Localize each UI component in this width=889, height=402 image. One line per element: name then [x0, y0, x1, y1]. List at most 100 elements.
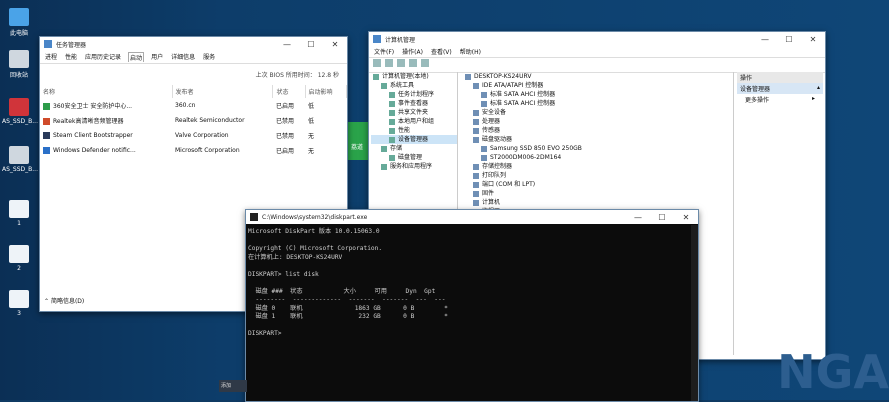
tree-item-label: 服务和应用程序: [390, 163, 433, 170]
device-item[interactable]: ST2000DM006-2DM164: [461, 153, 733, 162]
app-icon: [43, 118, 50, 125]
desktop-icon[interactable]: 3: [2, 290, 36, 317]
startup-row[interactable]: Steam Client Bootstrapper Valve Corporati…: [40, 128, 347, 143]
tree-item[interactable]: 本地用户和组: [371, 117, 457, 126]
device-label: ST2000DM006-2DM164: [490, 154, 562, 161]
close-button[interactable]: ✕: [674, 213, 698, 222]
device-item[interactable]: 传感器: [461, 126, 733, 135]
menu-item[interactable]: 查看(V): [430, 47, 453, 56]
minimize-button[interactable]: —: [753, 35, 777, 44]
console-output[interactable]: Microsoft DiskPart 版本 10.0.15063.0 Copyr…: [246, 224, 698, 343]
taskbar-search[interactable]: 添加: [219, 380, 247, 392]
help-icon[interactable]: [421, 59, 429, 67]
device-icon: [473, 163, 479, 170]
desktop-icon[interactable]: 2: [2, 245, 36, 272]
device-item[interactable]: 打印队列: [461, 171, 733, 180]
tree-item[interactable]: 共享文件夹: [371, 108, 457, 117]
tree-item[interactable]: 存储: [371, 144, 457, 153]
green-badge[interactable]: 荔道: [346, 122, 368, 160]
desktop-icon[interactable]: AS_SSD_B...: [2, 146, 38, 173]
tree-item-label: 存储: [390, 145, 403, 152]
tab-1[interactable]: 性能: [64, 52, 78, 62]
startup-impact: 无: [308, 148, 315, 155]
minimize-button[interactable]: —: [275, 40, 299, 49]
tab-0[interactable]: 进程: [44, 52, 58, 62]
column-header-2[interactable]: 状态: [272, 85, 306, 98]
device-item[interactable]: DESKTOP-KS24URV: [461, 72, 733, 81]
menu-item[interactable]: 帮助(H): [459, 47, 482, 56]
device-icon: [473, 199, 479, 206]
task-manager-titlebar[interactable]: 任务管理器 — ☐ ✕: [40, 37, 347, 51]
tree-item-icon: [389, 118, 395, 125]
device-item[interactable]: 磁盘驱动器: [461, 135, 733, 144]
close-button[interactable]: ✕: [323, 40, 347, 49]
startup-name: 360安全卫士 安全防护中心...: [40, 98, 172, 113]
desktop-icon[interactable]: 1: [2, 200, 36, 227]
device-item[interactable]: 端口 (COM 和 LPT): [461, 180, 733, 189]
tab-5[interactable]: 详细信息: [170, 52, 196, 62]
tab-4[interactable]: 用户: [150, 52, 164, 62]
forward-icon[interactable]: [385, 59, 393, 67]
tab-3[interactable]: 启动: [128, 52, 145, 62]
column-header-3[interactable]: 启动影响: [305, 85, 348, 98]
startup-row[interactable]: Realtek高清晰音频管理器 Realtek Semiconductor 已禁用 低: [40, 113, 347, 128]
diskpart-console-window[interactable]: C:\Windows\system32\diskpart.exe — ☐ ✕ M…: [245, 209, 699, 402]
device-item[interactable]: Samsung SSD 850 EVO 250GB: [461, 144, 733, 153]
device-item[interactable]: 处理器: [461, 117, 733, 126]
tree-item[interactable]: 服务和应用程序: [371, 162, 457, 171]
tree-item-icon: [389, 91, 395, 98]
column-header-1[interactable]: 发布者: [172, 85, 274, 98]
tab-2[interactable]: 应用历史记录: [84, 52, 122, 62]
device-item[interactable]: 安全设备: [461, 108, 733, 117]
column-header-0[interactable]: 名称: [40, 85, 173, 98]
startup-row[interactable]: 360安全卫士 安全防护中心... 360.cn 已启用 低: [40, 98, 347, 113]
close-button[interactable]: ✕: [801, 35, 825, 44]
tree-item[interactable]: 设备管理器: [371, 135, 457, 144]
tree-item-label: 性能: [398, 127, 411, 134]
actions-more-label: 更多操作: [745, 97, 770, 104]
tree-item[interactable]: 性能: [371, 126, 457, 135]
console-scrollbar[interactable]: [691, 225, 698, 401]
device-icon: [473, 127, 479, 134]
desktop-icon[interactable]: 此电脑: [2, 8, 36, 37]
menu-item[interactable]: 文件(F): [373, 47, 395, 56]
menu-item[interactable]: 操作(A): [401, 47, 424, 56]
maximize-button[interactable]: ☐: [650, 213, 674, 222]
startup-status: 已禁用: [275, 118, 294, 125]
tree-item[interactable]: 系统工具: [371, 81, 457, 90]
device-item[interactable]: 固件: [461, 189, 733, 198]
device-label: Samsung SSD 850 EVO 250GB: [490, 145, 582, 152]
device-item[interactable]: 标准 SATA AHCI 控制器: [461, 99, 733, 108]
tree-item[interactable]: 计算机管理(本地): [371, 72, 457, 81]
minimize-button[interactable]: —: [626, 213, 650, 222]
device-item[interactable]: IDE ATA/ATAPI 控制器: [461, 81, 733, 90]
actions-header: 操作: [737, 72, 823, 83]
device-item[interactable]: 存储控制器: [461, 162, 733, 171]
device-icon: [481, 145, 487, 152]
desktop-icon[interactable]: AS_SSD_B...: [2, 98, 38, 125]
device-label: 标准 SATA AHCI 控制器: [490, 100, 556, 107]
maximize-button[interactable]: ☐: [299, 40, 323, 49]
up-icon[interactable]: [397, 59, 405, 67]
desktop-icon-label: 此电脑: [9, 30, 28, 37]
console-titlebar[interactable]: C:\Windows\system32\diskpart.exe — ☐ ✕: [246, 210, 698, 224]
tree-item[interactable]: 任务计划程序: [371, 90, 457, 99]
tab-6[interactable]: 服务: [202, 52, 216, 62]
maximize-button[interactable]: ☐: [777, 35, 801, 44]
properties-icon[interactable]: [409, 59, 417, 67]
tree-item[interactable]: 磁盘管理: [371, 153, 457, 162]
startup-row[interactable]: Windows Defender notific... Microsoft Cor…: [40, 143, 347, 158]
back-icon[interactable]: [373, 59, 381, 67]
desktop-icon-label: AS_SSD_B...: [2, 166, 38, 173]
task-manager-title: 任务管理器: [56, 41, 87, 49]
device-item[interactable]: 标准 SATA AHCI 控制器: [461, 90, 733, 99]
task-manager-icon: [44, 40, 52, 48]
fewer-details-button[interactable]: ⌃ 简略信息(D): [44, 296, 84, 305]
device-item[interactable]: 计算机: [461, 198, 733, 207]
tree-item[interactable]: 事件查看器: [371, 99, 457, 108]
desktop-icon[interactable]: 回收站: [2, 50, 36, 79]
actions-selected[interactable]: 设备管理器 ▴: [737, 83, 823, 94]
computer-management-titlebar[interactable]: 计算机管理 — ☐ ✕: [369, 32, 825, 46]
device-label: 打印队列: [482, 172, 507, 179]
actions-more[interactable]: 更多操作 ▸: [737, 94, 823, 105]
